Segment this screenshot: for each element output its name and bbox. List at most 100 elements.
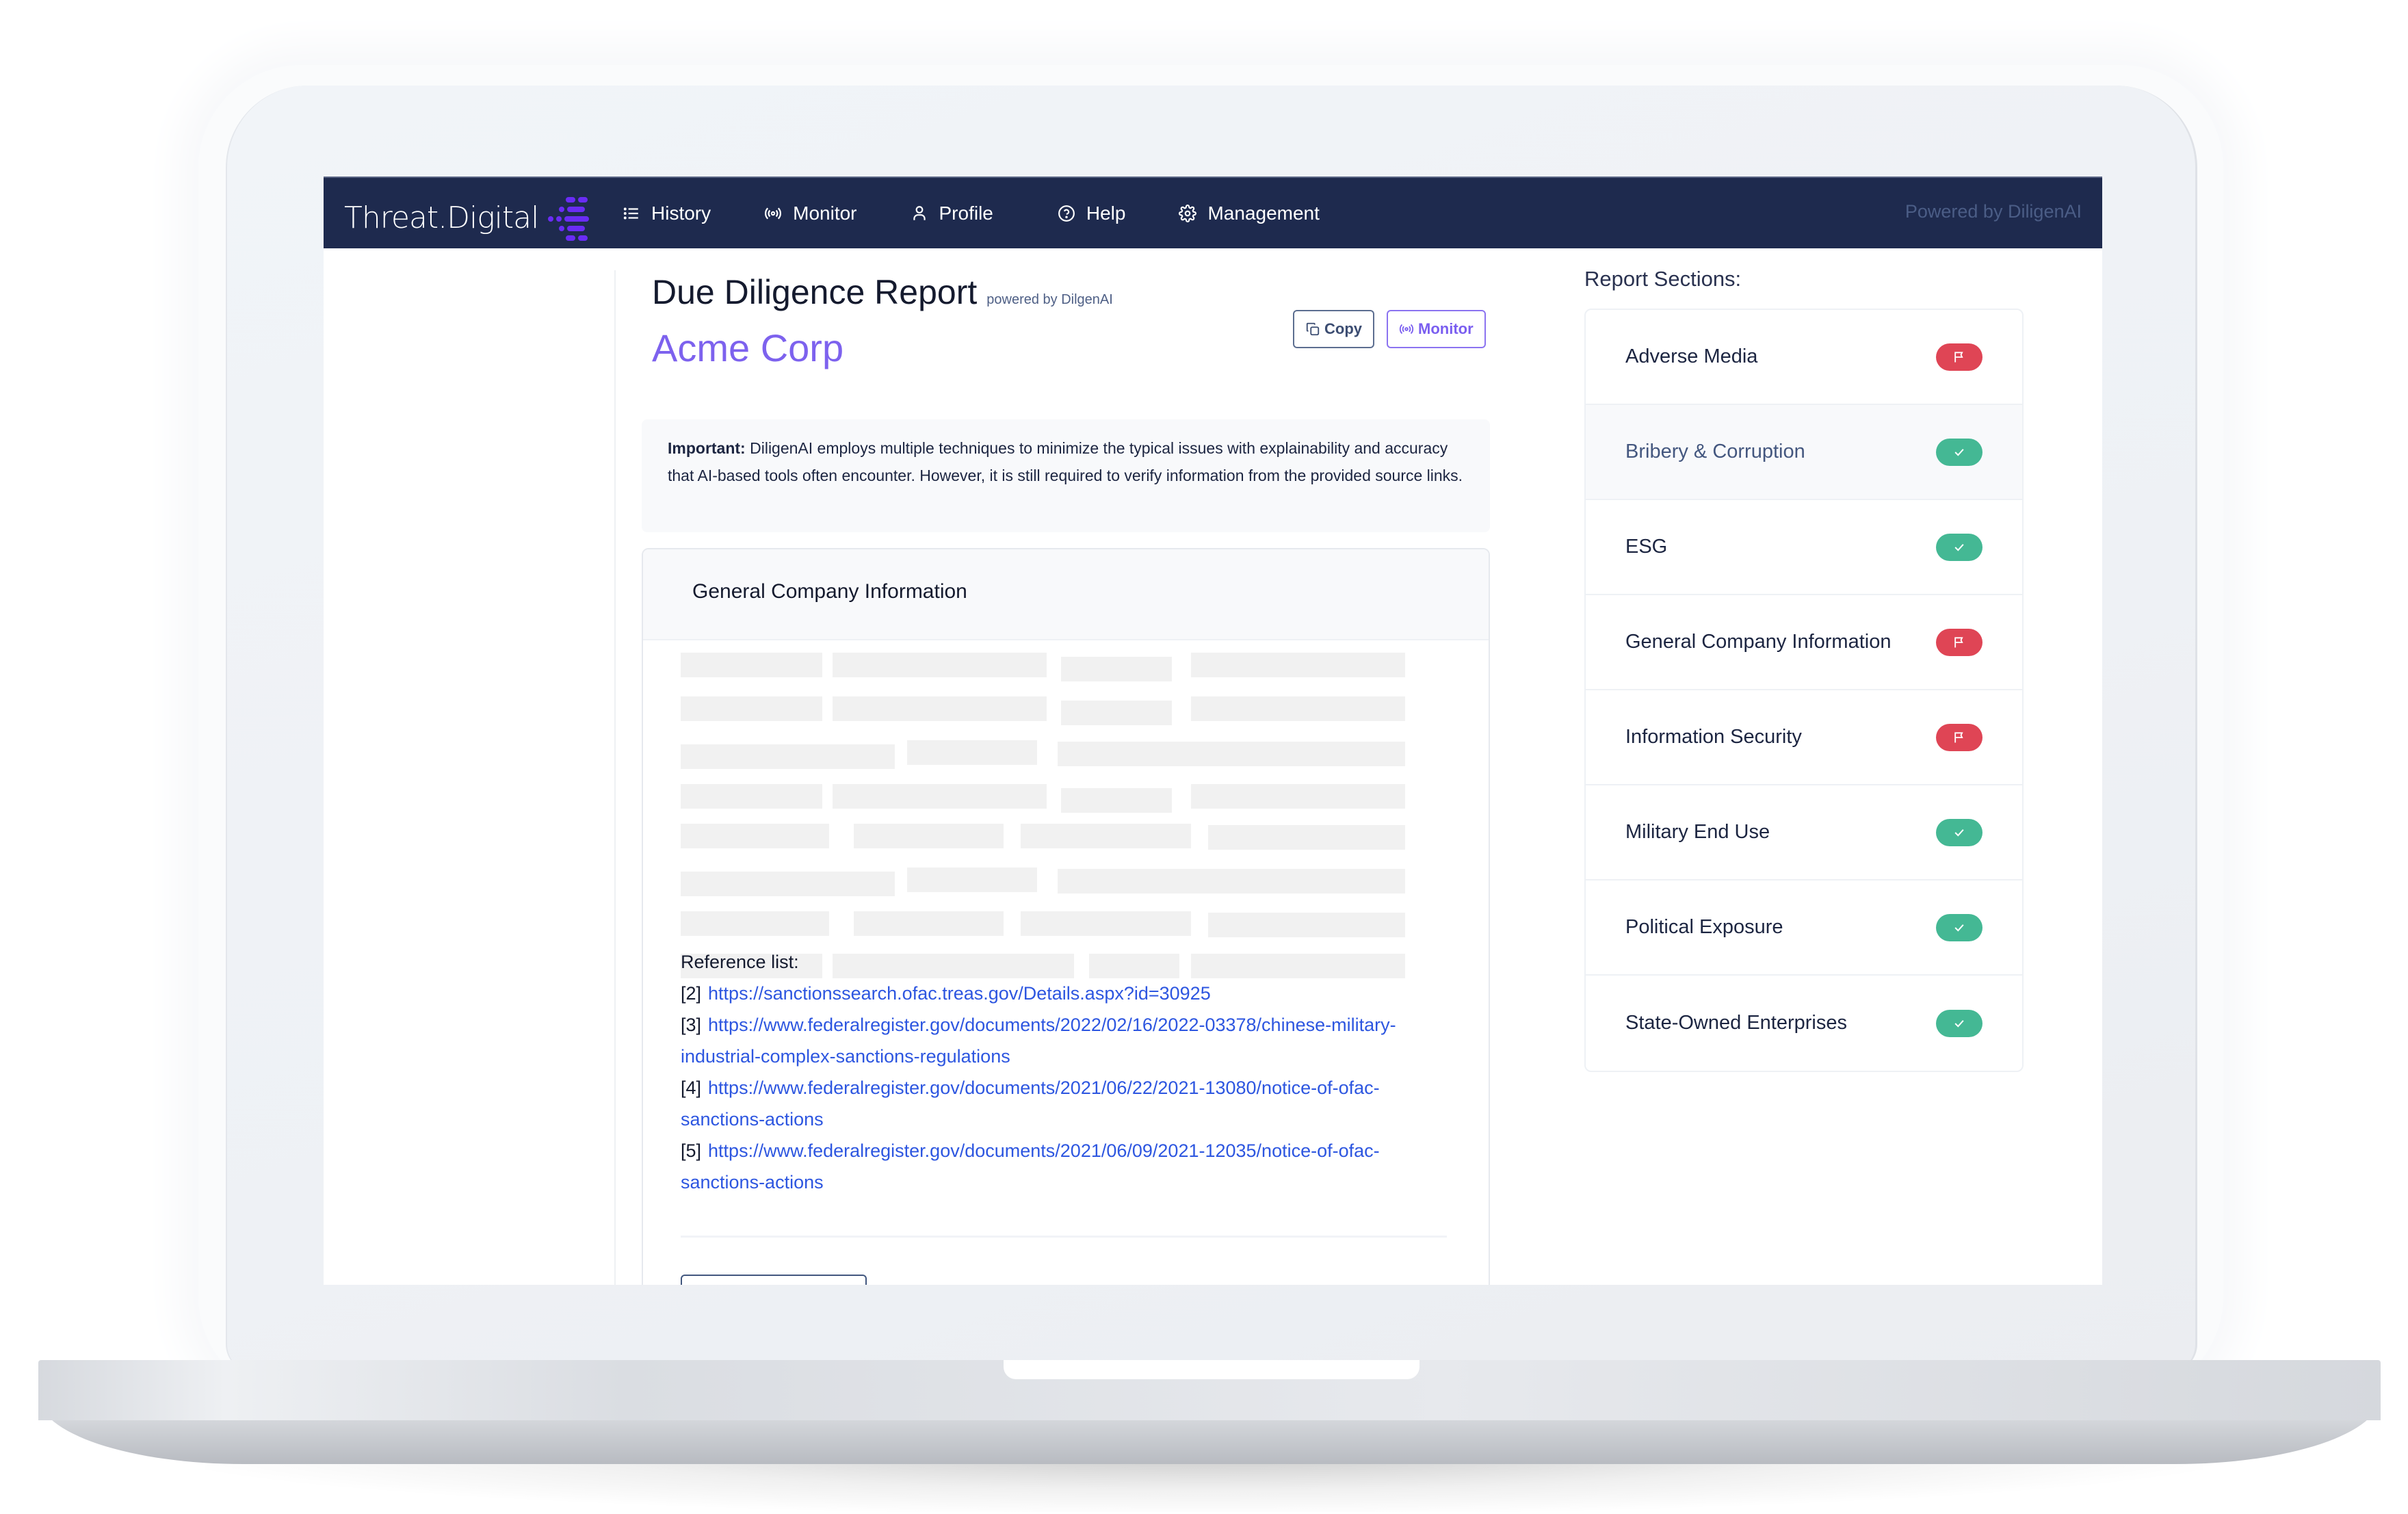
section-card-title: General Company Information [643, 549, 1489, 640]
brand-mark-icon [548, 196, 590, 241]
reference-link[interactable]: https://www.federalregister.gov/document… [681, 1015, 1396, 1067]
nav-help[interactable]: Help [1058, 203, 1125, 224]
reference-item: [4] https://www.federalregister.gov/docum… [681, 1072, 1447, 1135]
report-section-item[interactable]: Military End Use [1586, 785, 2022, 880]
list-icon [623, 207, 638, 219]
page-title: Due Diligence Report [652, 273, 978, 311]
help-circle-icon [1058, 205, 1075, 222]
reference-number: [3] [681, 1015, 702, 1035]
reference-number: [4] [681, 1078, 702, 1098]
copy-button[interactable]: Copy [1293, 310, 1374, 348]
skeleton-bar [1208, 913, 1405, 937]
notice-text: DiligenAI employs multiple techniques to… [668, 439, 1463, 484]
skeleton-bar [681, 911, 829, 936]
important-notice: Important: DiligenAI employs multiple te… [642, 419, 1490, 532]
report-section-label: General Company Information [1625, 631, 1892, 653]
flag-icon [1954, 731, 1963, 742]
nav-management-label: Management [1207, 202, 1320, 224]
copy-button-label: Copy [1324, 320, 1362, 337]
card-divider [681, 1236, 1447, 1238]
report-section-item[interactable]: ESG [1586, 500, 2022, 595]
skeleton-bar [1191, 696, 1405, 721]
check-icon [1954, 828, 1964, 837]
nav-monitor-label: Monitor [793, 202, 857, 224]
reference-link[interactable]: https://www.federalregister.gov/document… [681, 1140, 1380, 1192]
report-section-label: Adverse Media [1625, 345, 1758, 367]
notice-label: Important: [668, 439, 746, 457]
report-section-item[interactable]: Bribery & Corruption [1586, 405, 2022, 500]
view-source-data-button[interactable]: View source data ⌄ [681, 1275, 867, 1285]
reference-number: [5] [681, 1140, 702, 1161]
nav-management[interactable]: Management [1179, 202, 1320, 224]
report-section-label: Political Exposure [1625, 916, 1783, 938]
skeleton-bar [1061, 701, 1172, 725]
flagged-status-badge [1936, 628, 1982, 656]
reference-number: [2] [681, 983, 702, 1004]
clear-status-badge [1936, 913, 1982, 941]
nav-history-label: History [651, 202, 711, 224]
skeleton-bar [1058, 869, 1405, 893]
clear-status-badge [1936, 1009, 1982, 1037]
check-icon [1954, 448, 1964, 456]
top-navbar: Threat.Digital History Monitor Profile H… [324, 177, 2102, 248]
gear-icon [1179, 204, 1197, 222]
loading-skeleton-lower [643, 640, 1489, 978]
nav-monitor[interactable]: Monitor [764, 202, 857, 224]
flag-icon [1954, 351, 1963, 362]
reference-item: [5] https://www.federalregister.gov/docum… [681, 1135, 1447, 1198]
report-section-item[interactable]: Political Exposure [1586, 880, 2022, 976]
section-card: General Company Information Reference li… [642, 548, 1490, 1285]
report-section-label: Military End Use [1625, 821, 1770, 843]
skeleton-bar [854, 911, 1004, 936]
report-section-label: State-Owned Enterprises [1625, 1012, 1847, 1034]
report-sections-list: Adverse Media Bribery & Corruption ESG Gene… [1584, 309, 2024, 1072]
report-section-item[interactable]: Adverse Media [1586, 310, 2022, 405]
reference-item: [2] https://sanctionssearch.ofac.treas.go… [681, 978, 1447, 1009]
main-nav: History Monitor Profile Help Management [623, 178, 1373, 248]
skeleton-bar [833, 696, 1047, 721]
broadcast-icon [765, 207, 782, 219]
report-section-item[interactable]: State-Owned Enterprises [1586, 976, 2022, 1071]
report-section-label: ESG [1625, 536, 1668, 558]
check-icon [1954, 543, 1964, 551]
reference-link[interactable]: https://www.federalregister.gov/document… [681, 1078, 1380, 1130]
skeleton-bar [681, 784, 822, 809]
copy-icon [1306, 322, 1320, 336]
check-icon [1954, 1019, 1964, 1028]
broadcast-icon [1399, 324, 1414, 335]
reference-list-title: Reference list: [681, 952, 799, 972]
flagged-status-badge [1936, 343, 1982, 371]
report-section-item[interactable]: Information Security [1586, 690, 2022, 785]
reference-link[interactable]: https://sanctionssearch.ofac.treas.gov/D… [708, 983, 1211, 1004]
report-section-label: Bribery & Corruption [1625, 441, 1805, 462]
app-screen: Threat.Digital History Monitor Profile H… [324, 177, 2102, 1285]
clear-status-badge [1936, 438, 1982, 466]
report-actions: Copy Monitor [1293, 310, 1486, 348]
report-header: Due Diligence Report powered by DilgenAI [652, 272, 1113, 312]
nav-history[interactable]: History [623, 203, 711, 224]
brand-logo[interactable]: Threat.Digital [344, 196, 590, 241]
skeleton-bar [1191, 784, 1405, 809]
skeleton-bar [681, 872, 895, 896]
user-icon [913, 205, 926, 220]
laptop-notch [1004, 1360, 1419, 1379]
report-section-label: Information Security [1625, 726, 1802, 748]
brand-name: Threat.Digital [344, 200, 539, 235]
skeleton-bar [1061, 788, 1172, 813]
company-name: Acme Corp [652, 326, 844, 369]
check-icon [1954, 924, 1964, 932]
monitor-button[interactable]: Monitor [1387, 310, 1486, 348]
nav-profile-label: Profile [939, 202, 993, 224]
skeleton-bar [1021, 911, 1191, 936]
clear-status-badge [1936, 533, 1982, 561]
page-subtitle: powered by DilgenAI [986, 292, 1113, 307]
powered-by-text: Powered by DiligenAI [1905, 201, 2082, 222]
report-section-item[interactable]: General Company Information [1586, 595, 2022, 690]
skeleton-bar [907, 867, 1037, 892]
flagged-status-badge [1936, 723, 1982, 751]
nav-profile[interactable]: Profile [911, 203, 993, 224]
monitor-button-label: Monitor [1418, 320, 1474, 337]
clear-status-badge [1936, 818, 1982, 846]
column-divider [614, 270, 616, 1285]
reference-list: Reference list: [2] https://sanctionssear… [681, 946, 1447, 1198]
